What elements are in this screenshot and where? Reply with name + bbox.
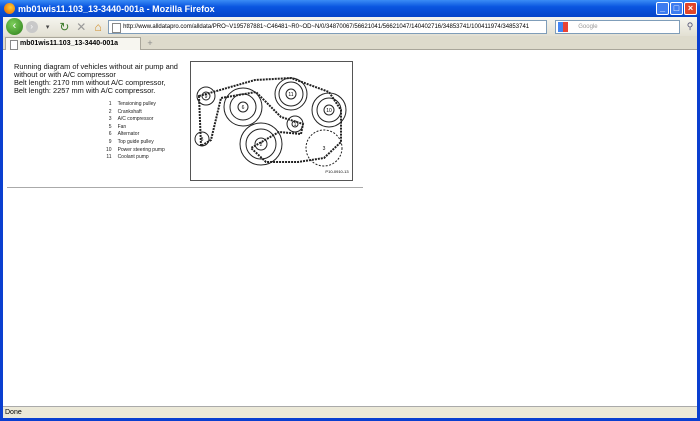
- horizontal-rule: [7, 187, 363, 188]
- legend-item: 5 Fan: [105, 123, 166, 131]
- nav-toolbar: ‹ › ▾ ↻ ✕ ⌂ http://www.alldatapro.com/al…: [3, 17, 697, 36]
- legend-label: Tensioning pulley: [117, 101, 156, 107]
- legend-item: 1 Tensioning pulley: [105, 101, 166, 108]
- minimize-button[interactable]: _: [656, 2, 669, 15]
- page-content: Running diagram of vehicles without air …: [3, 50, 697, 406]
- pulley-legend: 1 Tensioning pulley 2 Crankshaft 3 A/C compre…: [103, 100, 168, 163]
- home-icon[interactable]: ⌂: [91, 20, 105, 34]
- legend-number: 9: [108, 138, 112, 145]
- search-input[interactable]: Google: [555, 19, 681, 34]
- belt-diagram-drawing: 9 6 11 10 1 2 3 8 P10-0910-13: [194, 76, 349, 174]
- tab-active[interactable]: mb01wis11.103_13-3440-001a: [5, 37, 141, 50]
- legend-item: 6 Alternator: [105, 132, 166, 138]
- legend-item: 2 Crankshaft: [105, 108, 166, 116]
- svg-text:10: 10: [326, 108, 332, 114]
- status-bar: Done: [3, 406, 697, 418]
- firefox-icon: [4, 3, 15, 14]
- tab-bar: mb01wis11.103_13-3440-001a +: [3, 36, 697, 50]
- svg-text:11: 11: [288, 92, 293, 98]
- legend-label: Alternator: [117, 131, 140, 138]
- legend-label: Crankshaft: [117, 108, 142, 115]
- legend-item: 10 Power steering pump: [105, 146, 166, 154]
- history-dropdown-icon[interactable]: ▾: [41, 23, 55, 31]
- svg-text:6: 6: [242, 105, 245, 111]
- new-tab-button[interactable]: +: [144, 38, 156, 49]
- legend-label: Coolant pump: [117, 154, 149, 161]
- svg-text:9: 9: [205, 94, 208, 100]
- legend-number: 2: [108, 108, 112, 115]
- legend-label: Top guide pulley: [117, 138, 154, 145]
- diagram-description: Running diagram of vehicles without air …: [14, 62, 178, 95]
- google-icon: [558, 21, 569, 32]
- legend-item: 9 Top guide pulley: [105, 138, 166, 146]
- legend-number: 6: [108, 131, 112, 138]
- svg-text:2: 2: [260, 142, 263, 148]
- legend-number: 5: [108, 123, 112, 130]
- legend-number: 1: [108, 101, 112, 107]
- stop-icon[interactable]: ✕: [74, 20, 88, 34]
- legend-number: 3: [108, 116, 112, 123]
- svg-text:8: 8: [201, 137, 204, 143]
- forward-button[interactable]: ›: [25, 20, 38, 33]
- maximize-button[interactable]: □: [670, 2, 683, 15]
- window-title: mb01wis11.103_13-3440-001a - Mozilla Fir…: [18, 3, 215, 14]
- status-text: Done: [5, 409, 22, 416]
- close-button[interactable]: ×: [684, 2, 697, 15]
- svg-text:3: 3: [323, 146, 326, 152]
- legend-item: 3 A/C compressor: [105, 117, 166, 123]
- title-bar: mb01wis11.103_13-3440-001a - Mozilla Fir…: [0, 0, 700, 17]
- reload-icon[interactable]: ↻: [58, 20, 72, 34]
- legend-label: Fan: [117, 123, 127, 130]
- legend-item: 11 Coolant pump: [105, 155, 166, 161]
- belt-diagram: 9 6 11 10 1 2 3 8 P10-0910-13: [190, 61, 353, 181]
- search-icon[interactable]: ⚲: [683, 21, 697, 32]
- back-button[interactable]: ‹: [6, 18, 23, 35]
- legend-number: 11: [106, 154, 112, 161]
- svg-text:1: 1: [294, 122, 297, 128]
- legend-label: Power steering pump: [117, 146, 165, 153]
- legend-number: 10: [106, 146, 112, 153]
- legend-label: A/C compressor: [117, 116, 154, 123]
- url-input[interactable]: http://www.alldatapro.com/alldata/PRO~V1…: [108, 19, 548, 34]
- diagram-code: P10-0910-13: [325, 169, 349, 174]
